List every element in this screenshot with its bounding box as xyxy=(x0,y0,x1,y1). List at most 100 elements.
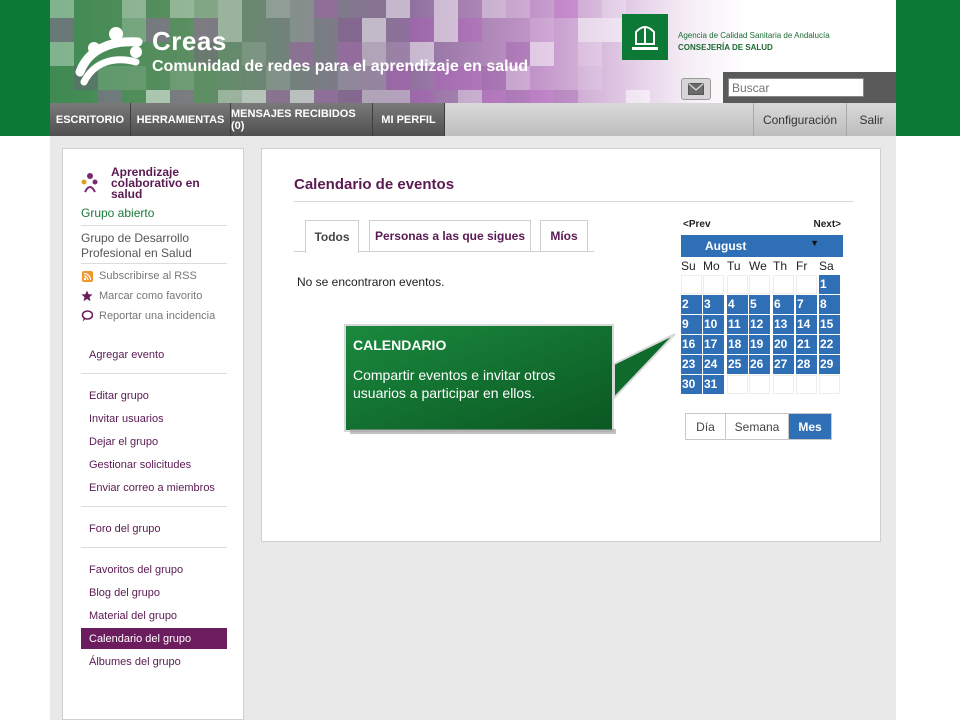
divider xyxy=(81,506,227,507)
sidebar-link-blog[interactable]: Blog del grupo xyxy=(81,582,227,603)
calendar-empty-cell xyxy=(773,275,794,294)
calendar-day[interactable]: 16 xyxy=(681,335,702,354)
mosaic-tile xyxy=(266,90,290,103)
calendar-day[interactable]: 1 xyxy=(819,275,840,294)
calendar-nav: <Prev Next> xyxy=(681,217,843,233)
calendar-day[interactable]: 28 xyxy=(796,355,817,374)
calendar-day[interactable]: 12 xyxy=(749,315,770,334)
calendar-day[interactable]: 3 xyxy=(703,295,724,314)
mark-favorite-link[interactable]: Marcar como favorito xyxy=(81,288,202,304)
nav-salir[interactable]: Salir xyxy=(846,103,896,136)
nav-item-mi-perfil[interactable]: MI PERFIL xyxy=(373,103,445,136)
calendar-empty-cell xyxy=(681,275,702,294)
mosaic-tile xyxy=(578,66,602,90)
calendar-day[interactable]: 22 xyxy=(819,335,840,354)
calendar-day[interactable]: 13 xyxy=(773,315,794,334)
mosaic-tile xyxy=(98,90,122,103)
sidebar-link-gestionar-solicitudes[interactable]: Gestionar solicitudes xyxy=(81,454,227,475)
mosaic-tile xyxy=(458,18,482,42)
calendar-empty-cell xyxy=(796,375,817,394)
search-input[interactable] xyxy=(728,78,864,97)
calendar-empty-cell xyxy=(819,375,840,394)
view-dia-button[interactable]: Día xyxy=(686,414,726,439)
calendar-weekday: Mo xyxy=(703,259,720,273)
envelope-icon xyxy=(688,83,704,95)
action-label: Marcar como favorito xyxy=(99,290,203,302)
view-mes-button[interactable]: Mes xyxy=(789,414,831,439)
mosaic-tile xyxy=(410,18,434,42)
subscribe-rss-link[interactable]: Subscribirse al RSS xyxy=(81,268,197,284)
tab-todos[interactable]: Todos xyxy=(305,220,359,253)
calendar-day[interactable]: 4 xyxy=(727,295,748,314)
calendar-day[interactable]: 9 xyxy=(681,315,702,334)
nav-item-escritorio[interactable]: ESCRITORIO xyxy=(50,103,131,136)
brand-title: Creas xyxy=(152,26,227,56)
sidebar-link-invitar-usuarios[interactable]: Invitar usuarios xyxy=(81,408,227,429)
calendar-next-link[interactable]: Next> xyxy=(813,219,841,230)
ministry-name: CONSEJERÍA DE SALUD xyxy=(678,43,773,52)
calendar-day[interactable]: 27 xyxy=(773,355,794,374)
action-label: Subscribirse al RSS xyxy=(99,270,197,282)
calendar-day[interactable]: 20 xyxy=(773,335,794,354)
sidebar-link-agregar-evento[interactable]: Agregar evento xyxy=(81,344,227,365)
calendar-empty-cell xyxy=(773,375,794,394)
calendar-day[interactable]: 29 xyxy=(819,355,840,374)
divider xyxy=(81,547,227,548)
mosaic-tile xyxy=(530,42,554,66)
view-semana-button[interactable]: Semana xyxy=(726,414,789,439)
mosaic-tile xyxy=(554,90,578,103)
title-divider xyxy=(294,201,854,202)
mosaic-tile xyxy=(578,42,602,66)
creas-logo-icon[interactable] xyxy=(74,22,148,90)
tab-personas-que-sigues[interactable]: Personas a las que sigues xyxy=(369,220,531,251)
calendar-day[interactable]: 30 xyxy=(681,375,702,394)
calendar-month-label: August xyxy=(705,239,747,253)
sidebar-link-favoritos[interactable]: Favoritos del grupo xyxy=(81,559,227,580)
calendar-prev-link[interactable]: <Prev xyxy=(683,219,711,230)
calendar-day[interactable]: 10 xyxy=(703,315,724,334)
calendar-day[interactable]: 25 xyxy=(727,355,748,374)
report-incident-link[interactable]: Reportar una incidencia xyxy=(81,308,215,324)
calendar-weekday: Th xyxy=(773,259,788,273)
calendar-day[interactable]: 14 xyxy=(796,315,817,334)
calendar-day[interactable]: 24 xyxy=(703,355,724,374)
sidebar-link-albumes[interactable]: Álbumes del grupo xyxy=(81,651,227,672)
calendar-day[interactable]: 17 xyxy=(703,335,724,354)
calendar-day[interactable]: 31 xyxy=(703,375,724,394)
calendar-day[interactable]: 8 xyxy=(819,295,840,314)
calendar-day[interactable]: 6 xyxy=(773,295,794,314)
sidebar-link-editar-grupo[interactable]: Editar grupo xyxy=(81,385,227,406)
calendar-day[interactable]: 18 xyxy=(727,335,748,354)
group-name[interactable]: Aprendizaje colaborativo en salud xyxy=(111,166,221,200)
calendar-day[interactable]: 23 xyxy=(681,355,702,374)
calendar-day[interactable]: 21 xyxy=(796,335,817,354)
calendar-day[interactable]: 15 xyxy=(819,315,840,334)
mosaic-tile xyxy=(170,90,194,103)
calendar-day[interactable]: 2 xyxy=(681,295,702,314)
page-title: Calendario de eventos xyxy=(294,176,455,193)
sidebar-link-calendario[interactable]: Calendario del grupo xyxy=(81,628,227,649)
nav-configuracion[interactable]: Configuración xyxy=(753,103,846,136)
calendar-day[interactable]: 7 xyxy=(796,295,817,314)
calendar-month-select[interactable]: August ▼ xyxy=(681,235,843,257)
action-label: Reportar una incidencia xyxy=(99,310,216,322)
mosaic-tile xyxy=(50,0,74,18)
mosaic-tile xyxy=(506,0,530,18)
calendar-day[interactable]: 26 xyxy=(749,355,770,374)
calendar-weekday: Su xyxy=(681,259,696,273)
sidebar-link-dejar-grupo[interactable]: Dejar el grupo xyxy=(81,431,227,452)
nav-item-herramientas[interactable]: HERRAMIENTAS xyxy=(131,103,231,136)
calendar-day[interactable]: 19 xyxy=(749,335,770,354)
calendar-view-switcher: Día Semana Mes xyxy=(685,413,832,440)
nav-item-mensajes[interactable]: MENSAJES RECIBIDOS (0) xyxy=(231,103,373,136)
calendar-weekday: We xyxy=(749,259,767,273)
sidebar-link-material[interactable]: Material del grupo xyxy=(81,605,227,626)
tab-mios[interactable]: Míos xyxy=(540,220,588,251)
calendar-day[interactable]: 5 xyxy=(749,295,770,314)
mosaic-tile xyxy=(50,42,74,66)
sidebar-link-enviar-correo[interactable]: Enviar correo a miembros xyxy=(81,477,227,498)
sidebar-link-foro[interactable]: Foro del grupo xyxy=(81,518,227,539)
messages-button[interactable] xyxy=(681,78,711,100)
calendar-weekday: Sa xyxy=(819,259,834,273)
calendar-day[interactable]: 11 xyxy=(727,315,748,334)
